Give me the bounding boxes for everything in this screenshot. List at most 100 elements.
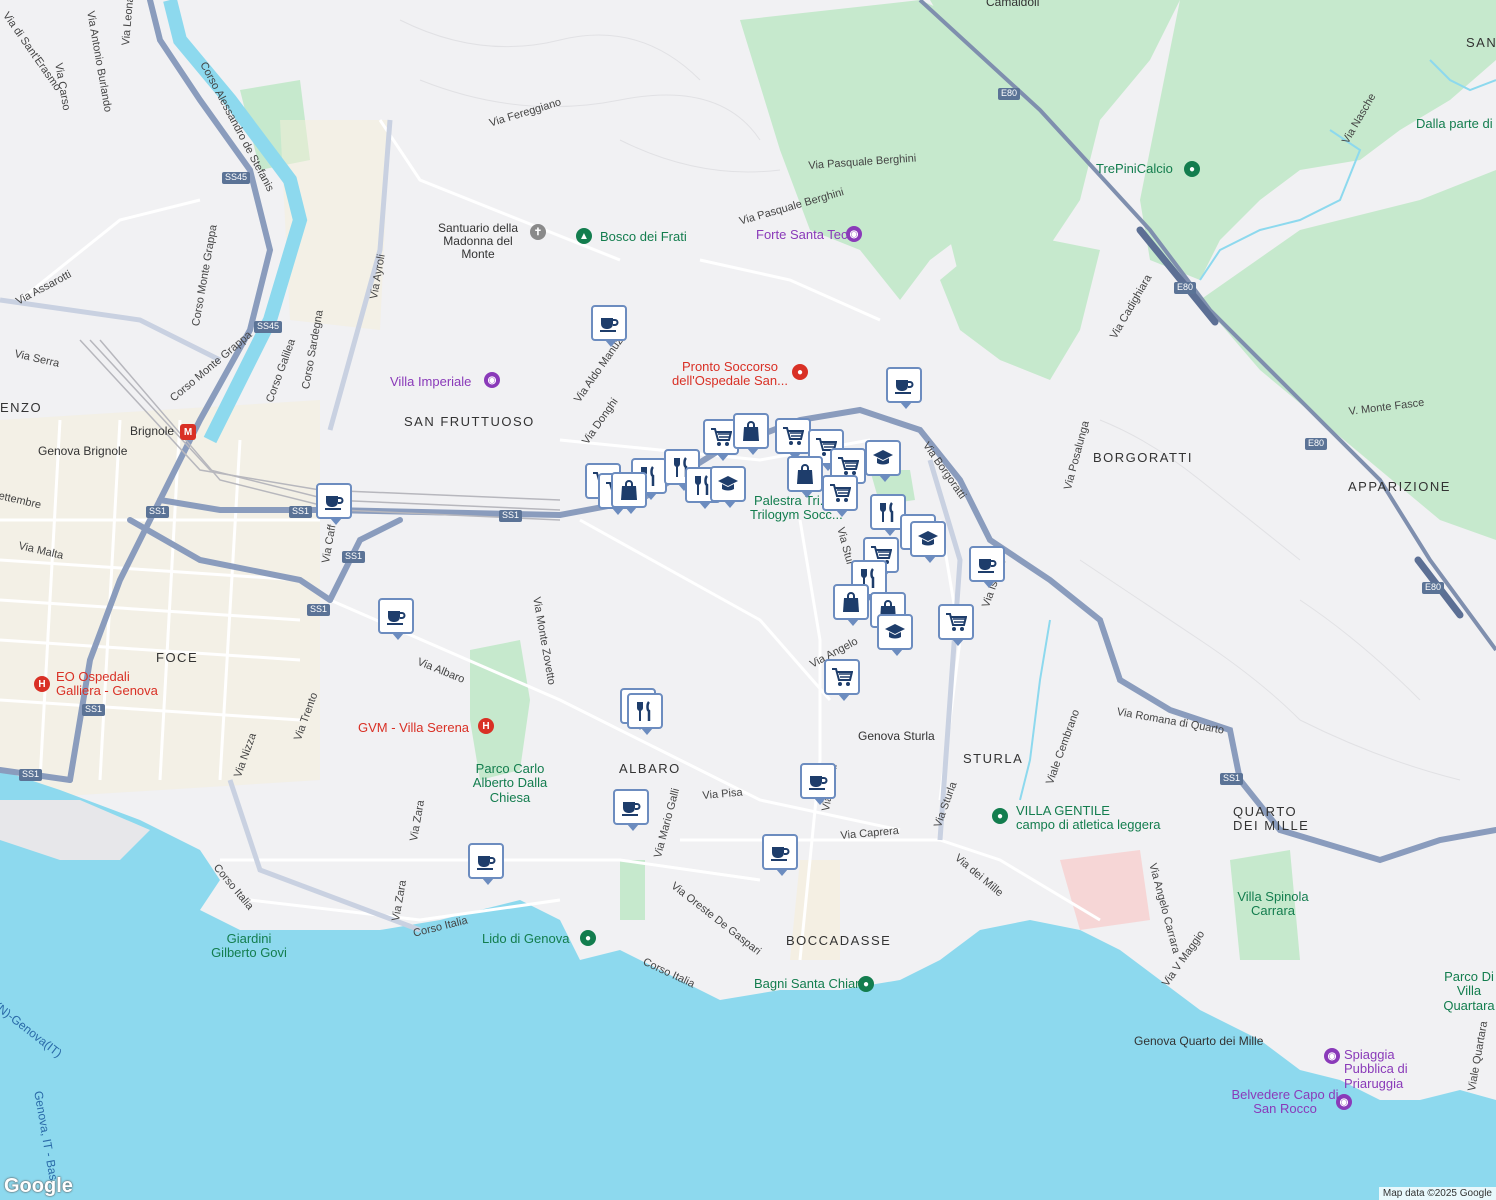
cafe-icon xyxy=(622,802,641,816)
camera-icon[interactable]: ◉ xyxy=(484,372,500,388)
road-shield: SS45 xyxy=(254,321,283,333)
poi-label[interactable]: Bagni Santa Chiara xyxy=(754,976,867,991)
hospital-icon[interactable]: H xyxy=(478,718,494,734)
map-marker[interactable] xyxy=(468,843,504,885)
district-label: BORGORATTI xyxy=(1093,450,1193,465)
road-shield: SS1 xyxy=(499,510,523,522)
poi-label[interactable]: Brignole xyxy=(130,424,174,438)
map-marker[interactable] xyxy=(865,440,901,482)
road-shield: SS1 xyxy=(289,506,313,518)
sports-icon[interactable]: ● xyxy=(992,808,1008,824)
poi-label[interactable]: Villa Imperiale xyxy=(390,374,471,389)
hospital-pin-icon[interactable]: ● xyxy=(792,364,808,380)
attribution[interactable]: Map data ©2025 Google xyxy=(1378,1187,1496,1200)
road-shield: E80 xyxy=(1174,282,1197,294)
shopping-bag-icon xyxy=(743,421,759,441)
shopping-bag-icon xyxy=(621,480,637,500)
map-marker[interactable] xyxy=(733,413,769,455)
district-label: SAN xyxy=(1466,35,1496,50)
poi-label[interactable]: Genova Quarto dei Mille xyxy=(1134,1034,1263,1048)
poi-label[interactable]: Spiaggia Pubblica di Priaruggia xyxy=(1344,1047,1444,1091)
poi-label[interactable]: Genova Sturla xyxy=(858,729,935,743)
district-label: ALBARO xyxy=(619,761,681,776)
map-marker[interactable] xyxy=(822,475,858,517)
road-shield: SS1 xyxy=(307,604,331,616)
shopping-cart-icon xyxy=(830,484,851,502)
district-label: ENZO xyxy=(0,400,43,415)
district-label: FOCE xyxy=(156,650,199,665)
road-shield: E80 xyxy=(1422,582,1445,594)
beach-icon[interactable]: ● xyxy=(580,930,596,946)
road-shield: SS1 xyxy=(1220,773,1244,785)
district-label: APPARIZIONE xyxy=(1348,479,1451,494)
school-icon xyxy=(885,624,905,639)
poi-label[interactable]: Parco Carlo Alberto Dalla Chiesa xyxy=(460,761,560,805)
camera-icon[interactable]: ◉ xyxy=(846,226,862,242)
map-marker[interactable] xyxy=(775,418,811,460)
map-marker[interactable] xyxy=(591,305,627,347)
map-marker[interactable] xyxy=(886,367,922,409)
map-marker[interactable] xyxy=(627,693,663,735)
map-marker[interactable] xyxy=(833,584,869,626)
road-shield: E80 xyxy=(998,88,1021,100)
google-logo: Google xyxy=(4,1175,73,1197)
cafe-icon xyxy=(325,496,344,510)
poi-label[interactable]: campo di atletica leggera xyxy=(1016,817,1161,832)
poi-label[interactable]: Bosco dei Frati xyxy=(600,229,687,244)
map-canvas[interactable]: SAN FRUTTUOSO FOCE ALBARO STURLA BOCCADA… xyxy=(0,0,1496,1200)
poi-label[interactable]: Giardini Gilberto Govi xyxy=(204,931,294,961)
camera-icon[interactable]: ◉ xyxy=(1324,1048,1340,1064)
map-marker[interactable] xyxy=(800,763,836,805)
map-marker[interactable] xyxy=(877,614,913,656)
sports-icon[interactable]: ● xyxy=(1184,161,1200,177)
district-label: STURLA xyxy=(963,751,1024,766)
school-icon xyxy=(873,450,893,465)
map-marker[interactable] xyxy=(762,834,798,876)
road-shield: E80 xyxy=(1305,438,1328,450)
poi-label[interactable]: Dalla parte di xyxy=(1416,116,1493,131)
map-marker[interactable] xyxy=(910,521,946,563)
poi-label[interactable]: Parco Di Villa Quartara xyxy=(1434,969,1496,1013)
road-shield: SS1 xyxy=(342,551,366,563)
map-marker[interactable] xyxy=(824,659,860,701)
poi-label[interactable]: GVM - Villa Serena xyxy=(358,720,469,735)
road-shield: SS1 xyxy=(19,769,43,781)
road-shield: SS45 xyxy=(222,172,251,184)
shopping-bag-icon xyxy=(843,592,859,612)
school-icon xyxy=(718,476,738,491)
map-marker[interactable] xyxy=(613,789,649,831)
cafe-icon xyxy=(895,380,914,394)
map-marker[interactable] xyxy=(787,456,823,498)
poi-label[interactable]: Forte Santa Tecla xyxy=(756,227,858,242)
map-marker[interactable] xyxy=(316,483,352,525)
park-icon[interactable]: ▲ xyxy=(576,228,592,244)
cafe-icon xyxy=(600,318,619,332)
district-label: BOCCADASSE xyxy=(786,933,892,948)
district-label: DEI MILLE xyxy=(1233,818,1310,833)
camera-icon[interactable]: ◉ xyxy=(1336,1094,1352,1110)
poi-label[interactable]: Lido di Genova xyxy=(482,931,569,946)
map-marker[interactable] xyxy=(611,472,647,514)
church-icon[interactable]: ✝ xyxy=(530,224,546,240)
poi-label[interactable]: Villa Spinola Carrara xyxy=(1228,889,1318,919)
poi-label[interactable]: EO Ospedali Galliera - Genova xyxy=(56,669,166,699)
road-shield: SS1 xyxy=(82,704,106,716)
map-marker[interactable] xyxy=(938,604,974,646)
poi-label[interactable]: Santuario della Madonna del Monte xyxy=(430,221,526,262)
poi-label[interactable]: Pronto Soccorso dell'Ospedale San... xyxy=(670,359,790,389)
shopping-cart-icon xyxy=(838,457,859,475)
cafe-icon xyxy=(387,611,406,625)
map-marker[interactable] xyxy=(378,598,414,640)
hospital-icon[interactable]: H xyxy=(34,676,50,692)
map-marker[interactable] xyxy=(710,466,746,508)
shopping-cart-icon xyxy=(832,668,853,686)
poi-label[interactable]: TrePiniCalcio xyxy=(1096,161,1173,176)
cafe-icon xyxy=(978,559,997,573)
shopping-cart-icon xyxy=(783,427,804,445)
poi-label[interactable]: Genova Brignole xyxy=(38,444,127,458)
metro-icon[interactable]: M xyxy=(180,424,196,440)
map-marker[interactable] xyxy=(969,546,1005,588)
beach-icon[interactable]: ● xyxy=(858,976,874,992)
shopping-cart-icon xyxy=(711,428,732,446)
poi-label[interactable]: Belvedere Capo di San Rocco xyxy=(1230,1087,1340,1117)
